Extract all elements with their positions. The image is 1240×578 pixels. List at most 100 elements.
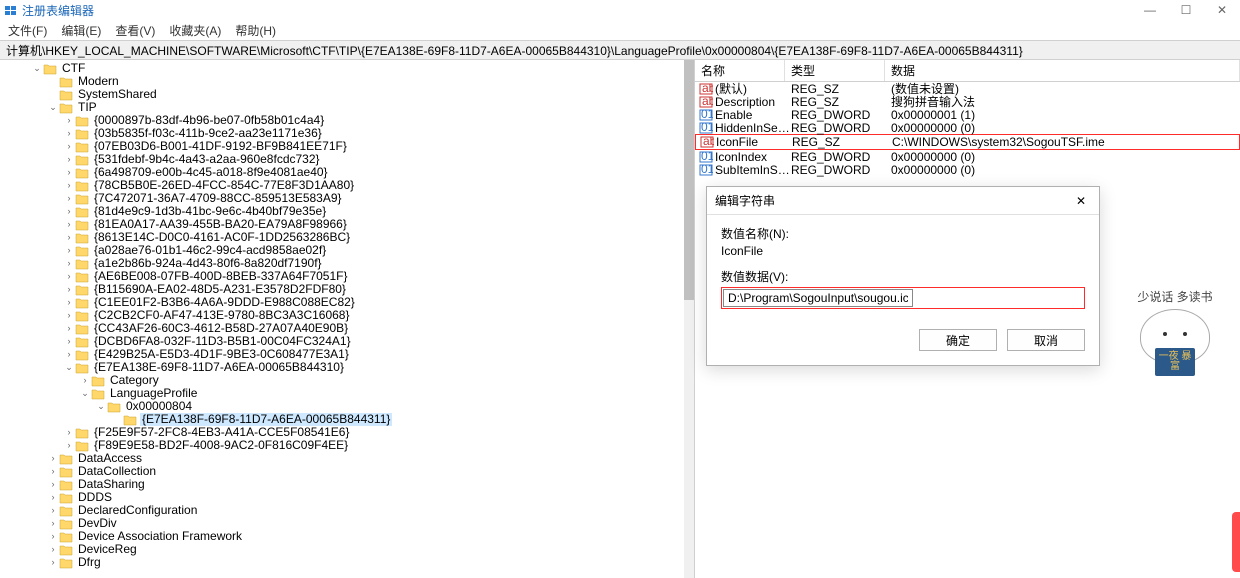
expander-icon[interactable]: ⌄ (64, 361, 74, 374)
expander-icon[interactable]: ⌄ (32, 62, 42, 75)
col-header-name[interactable]: 名称 (695, 60, 785, 81)
expander-icon[interactable]: › (48, 543, 58, 556)
folder-icon (75, 180, 89, 192)
expander-icon[interactable]: › (64, 348, 74, 361)
folder-icon (75, 297, 89, 309)
expander-icon[interactable]: › (64, 257, 74, 270)
expander-icon[interactable]: › (64, 309, 74, 322)
ok-button[interactable]: 确定 (919, 329, 997, 351)
expander-icon[interactable]: › (48, 491, 58, 504)
folder-icon (75, 245, 89, 257)
expander-icon[interactable]: › (64, 127, 74, 140)
expander-icon[interactable]: › (64, 153, 74, 166)
tree-item[interactable]: ›DeviceReg (2, 543, 694, 556)
expander-icon[interactable]: › (64, 283, 74, 296)
folder-icon (91, 375, 105, 387)
tree-item[interactable]: ⌄LanguageProfile (2, 387, 694, 400)
expander-icon[interactable]: › (64, 270, 74, 283)
expander-icon[interactable]: › (48, 478, 58, 491)
cancel-button[interactable]: 取消 (1007, 329, 1085, 351)
values-header: 名称 类型 数据 (695, 60, 1240, 82)
value-type: REG_DWORD (791, 150, 891, 164)
folder-icon (59, 505, 73, 517)
value-type: REG_SZ (791, 95, 891, 109)
value-type-icon: 011 (699, 164, 713, 176)
edge-indicator (1232, 512, 1240, 572)
value-name: IconFile (716, 135, 792, 149)
expander-icon[interactable]: ⌄ (96, 400, 106, 413)
value-name: HiddenInSettin... (715, 121, 791, 135)
dialog-close-button[interactable]: ✕ (1071, 194, 1091, 208)
value-row[interactable]: 011HiddenInSettin...REG_DWORD0x00000000 … (695, 121, 1240, 134)
expander-icon[interactable]: › (64, 192, 74, 205)
value-type-icon: ab (700, 136, 714, 148)
expander-icon[interactable]: › (64, 179, 74, 192)
expander-icon[interactable]: › (64, 114, 74, 127)
svg-text:011: 011 (701, 109, 713, 121)
value-row[interactable]: 011SubItemInSettin...REG_DWORD0x00000000… (695, 163, 1240, 176)
folder-icon (75, 219, 89, 231)
value-row[interactable]: abIconFileREG_SZC:\WINDOWS\system32\Sogo… (695, 134, 1240, 150)
folder-icon (123, 414, 137, 426)
menu-help[interactable]: 帮助(H) (235, 22, 276, 39)
expander-icon[interactable]: › (64, 140, 74, 153)
tree-scrollbar[interactable] (684, 60, 694, 578)
folder-icon (59, 557, 73, 569)
expander-icon[interactable]: › (64, 426, 74, 439)
dialog-title: 编辑字符串 (715, 192, 775, 209)
menu-file[interactable]: 文件(F) (8, 22, 47, 39)
value-type: REG_DWORD (791, 121, 891, 135)
data-input[interactable] (723, 289, 913, 307)
folder-icon (59, 453, 73, 465)
folder-icon (75, 310, 89, 322)
menu-favorites[interactable]: 收藏夹(A) (169, 22, 221, 39)
tree-item[interactable]: ⌄{E7EA138E-69F8-11D7-A6EA-00065B844310} (2, 361, 694, 374)
expander-icon[interactable]: › (64, 335, 74, 348)
dialog-title-bar[interactable]: 编辑字符串 ✕ (707, 187, 1099, 215)
tree-item[interactable]: › Dfrg (2, 556, 694, 569)
menu-view[interactable]: 查看(V) (115, 22, 155, 39)
expander-icon[interactable]: › (64, 231, 74, 244)
close-button[interactable]: ✕ (1204, 0, 1240, 20)
maximize-button[interactable]: ☐ (1168, 0, 1204, 20)
title-bar: 注册表编辑器 — ☐ ✕ (0, 0, 1240, 20)
minimize-button[interactable]: — (1132, 0, 1168, 20)
expander-icon[interactable]: › (64, 166, 74, 179)
svg-text:ab: ab (702, 96, 713, 108)
expander-icon[interactable]: › (64, 218, 74, 231)
tree-item[interactable]: ›Category (2, 374, 694, 387)
folder-icon (59, 76, 73, 88)
value-row[interactable]: 011EnableREG_DWORD0x00000001 (1) (695, 108, 1240, 121)
expander-icon[interactable]: › (48, 556, 58, 569)
value-row[interactable]: abDescriptionREG_SZ搜狗拼音输入法 (695, 95, 1240, 108)
expander-icon[interactable]: › (64, 296, 74, 309)
expander-icon[interactable]: › (64, 322, 74, 335)
expander-icon[interactable]: ⌄ (48, 101, 58, 114)
folder-icon (75, 323, 89, 335)
expander-icon[interactable]: › (64, 205, 74, 218)
col-header-data[interactable]: 数据 (885, 60, 1240, 81)
value-row[interactable]: 011IconIndexREG_DWORD0x00000000 (0) (695, 150, 1240, 163)
tree-label: Dfrg (76, 556, 103, 569)
expander-icon[interactable]: › (80, 374, 90, 387)
expander-icon[interactable]: › (48, 504, 58, 517)
folder-icon (59, 518, 73, 530)
expander-icon[interactable]: › (48, 465, 58, 478)
expander-icon[interactable]: › (48, 517, 58, 530)
folder-icon (75, 284, 89, 296)
expander-icon[interactable]: › (48, 530, 58, 543)
tree-item[interactable]: SystemShared (2, 88, 694, 101)
value-type: REG_SZ (792, 135, 892, 149)
expander-icon[interactable]: › (48, 452, 58, 465)
expander-icon[interactable]: › (64, 244, 74, 257)
menu-edit[interactable]: 编辑(E) (61, 22, 101, 39)
folder-icon (75, 154, 89, 166)
value-type-icon: ab (699, 96, 713, 108)
folder-icon (75, 349, 89, 361)
expander-icon[interactable]: ⌄ (80, 387, 90, 400)
address-bar[interactable]: 计算机\HKEY_LOCAL_MACHINE\SOFTWARE\Microsof… (0, 40, 1240, 60)
value-data: 0x00000001 (1) (891, 108, 1240, 122)
folder-icon (59, 544, 73, 556)
expander-icon[interactable]: › (64, 439, 74, 452)
col-header-type[interactable]: 类型 (785, 60, 885, 81)
